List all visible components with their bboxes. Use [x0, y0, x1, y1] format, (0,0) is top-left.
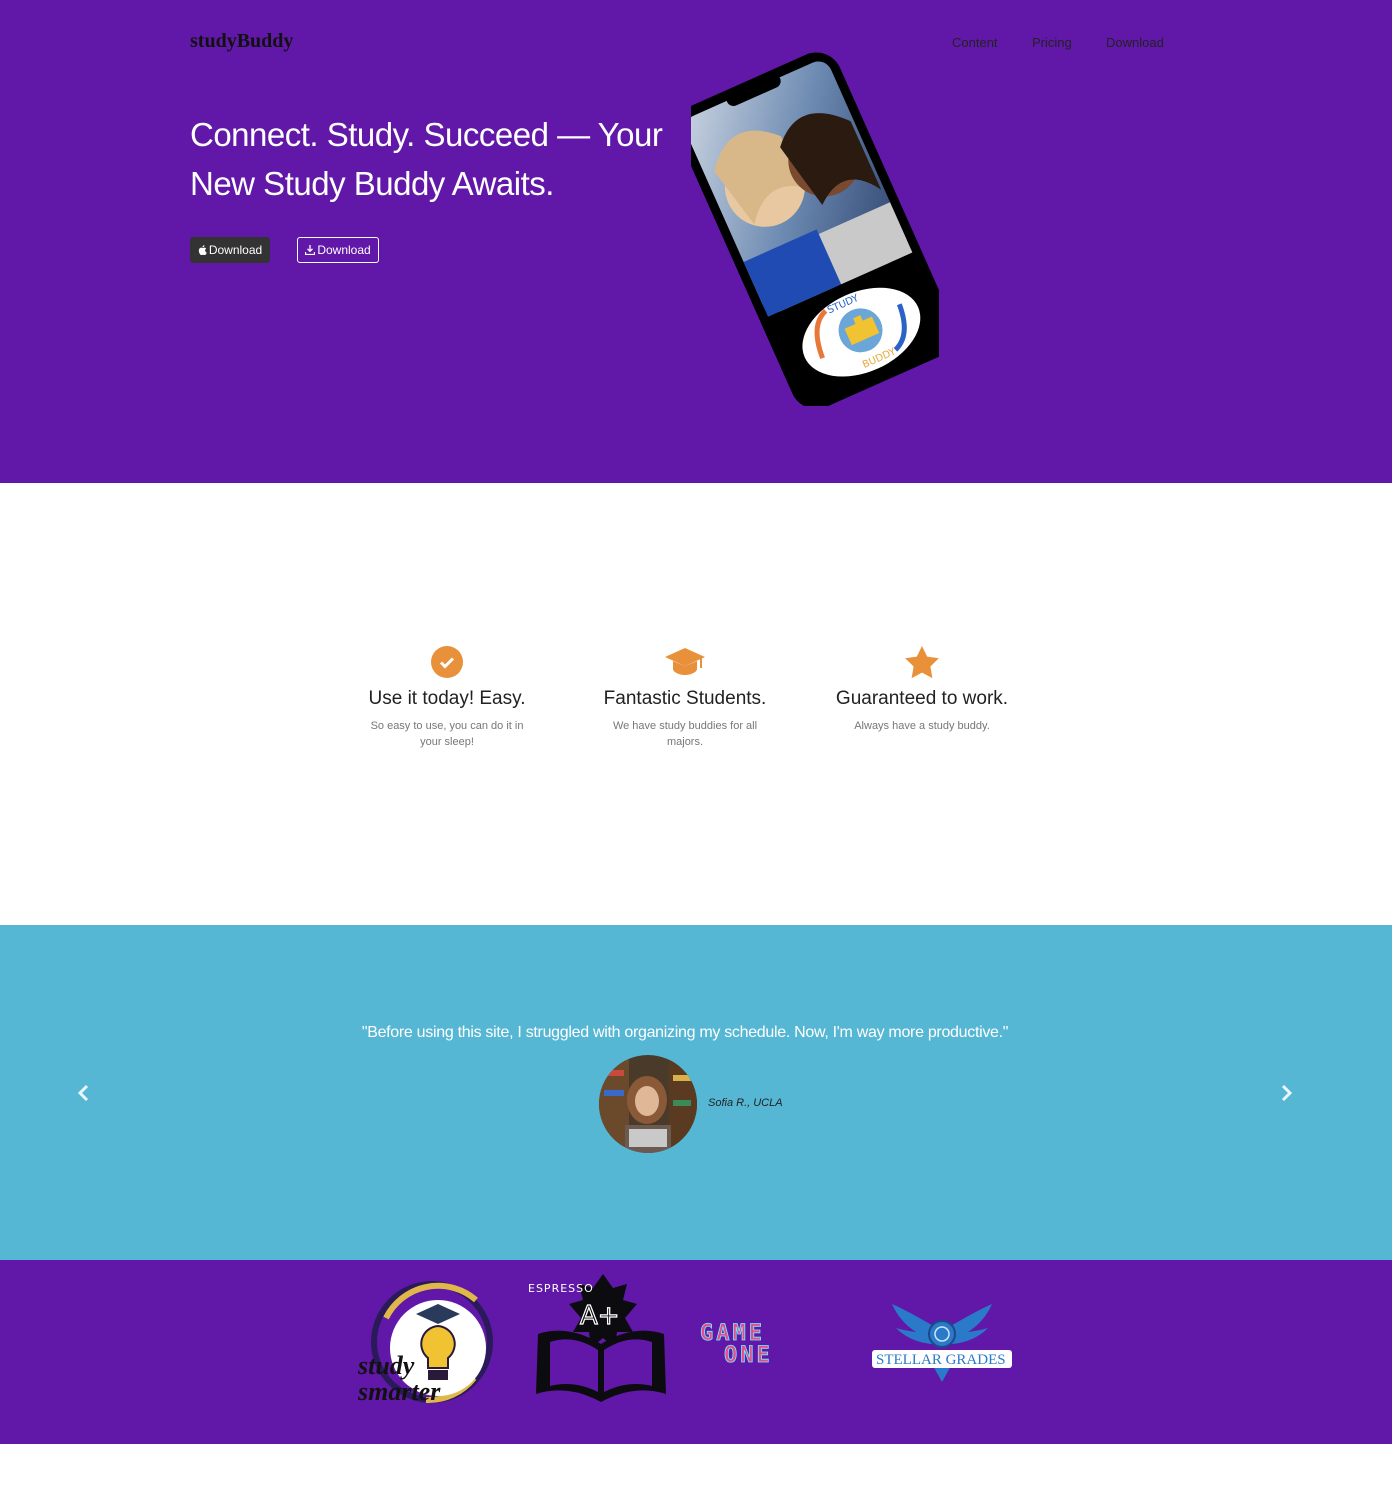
phone-mockup-image: STUDY BUDDY	[691, 52, 939, 406]
nav-download[interactable]: Download	[1106, 35, 1164, 50]
partner-logos: study smarter ESPRESSO A+ GAME ONE STELL…	[0, 1260, 1392, 1444]
hero-headline: Connect. Study. Succeed — Your New Study…	[190, 116, 663, 202]
stellar-grades-text: STELLAR GRADES	[876, 1352, 1006, 1368]
carousel-prev-arrow-icon[interactable]	[74, 1083, 94, 1103]
feature-desc: We have study buddies for all majors.	[612, 720, 758, 748]
game-one-logo: GAME ONE	[700, 1321, 773, 1364]
stellar-grades-logo: STELLAR GRADES	[872, 1304, 1012, 1382]
study-smarter-logo: study smarter	[357, 1281, 493, 1406]
testimonial-quote: "Before using this site, I struggled wit…	[361, 1024, 1009, 1041]
graduation-cap-icon	[665, 648, 705, 675]
game-one-line2: ONE	[724, 1343, 773, 1364]
feature-title: Guaranteed to work.	[835, 688, 1009, 709]
star-icon	[905, 646, 939, 679]
download-icon	[305, 245, 316, 255]
hero-section: studyBuddy Content Pricing Download Conn…	[0, 0, 1392, 483]
direct-download-button[interactable]: Download	[297, 237, 379, 263]
apple-download-button[interactable]: Download	[190, 237, 270, 263]
study-smarter-line1: study	[357, 1351, 415, 1380]
testimonial-avatar	[599, 1055, 697, 1153]
direct-download-label: Download	[317, 243, 371, 257]
apple-icon	[198, 245, 207, 255]
testimonial-author: Sofia R., UCLA	[708, 1097, 783, 1109]
testimonial-carousel: "Before using this site, I struggled wit…	[0, 925, 1392, 1260]
brand-logo[interactable]: studyBuddy	[190, 30, 293, 53]
study-smarter-line2: smarter	[357, 1377, 441, 1406]
nav-pricing[interactable]: Pricing	[1032, 35, 1072, 50]
feature-title: Use it today! Easy.	[368, 688, 526, 709]
apple-download-label: Download	[208, 243, 263, 257]
espresso-line1: ESPRESSO	[528, 1282, 594, 1295]
carousel-next-arrow-icon[interactable]	[1276, 1083, 1296, 1103]
feature-desc: Always have a study buddy.	[854, 720, 990, 732]
check-circle-icon	[431, 646, 463, 678]
feature-card-easy: Use it today! Easy. So easy to use, you …	[347, 645, 547, 750]
feature-card-students: Fantastic Students. We have study buddie…	[585, 645, 785, 750]
espresso-logo: ESPRESSO A+	[528, 1274, 666, 1402]
feature-desc: So easy to use, you can do it in your sl…	[370, 720, 524, 748]
nav-content[interactable]: Content	[952, 35, 998, 50]
espresso-line2: A+	[580, 1301, 620, 1331]
feature-title: Fantastic Students.	[603, 688, 767, 709]
feature-card-guaranteed: Guaranteed to work. Always have a study …	[822, 645, 1022, 734]
